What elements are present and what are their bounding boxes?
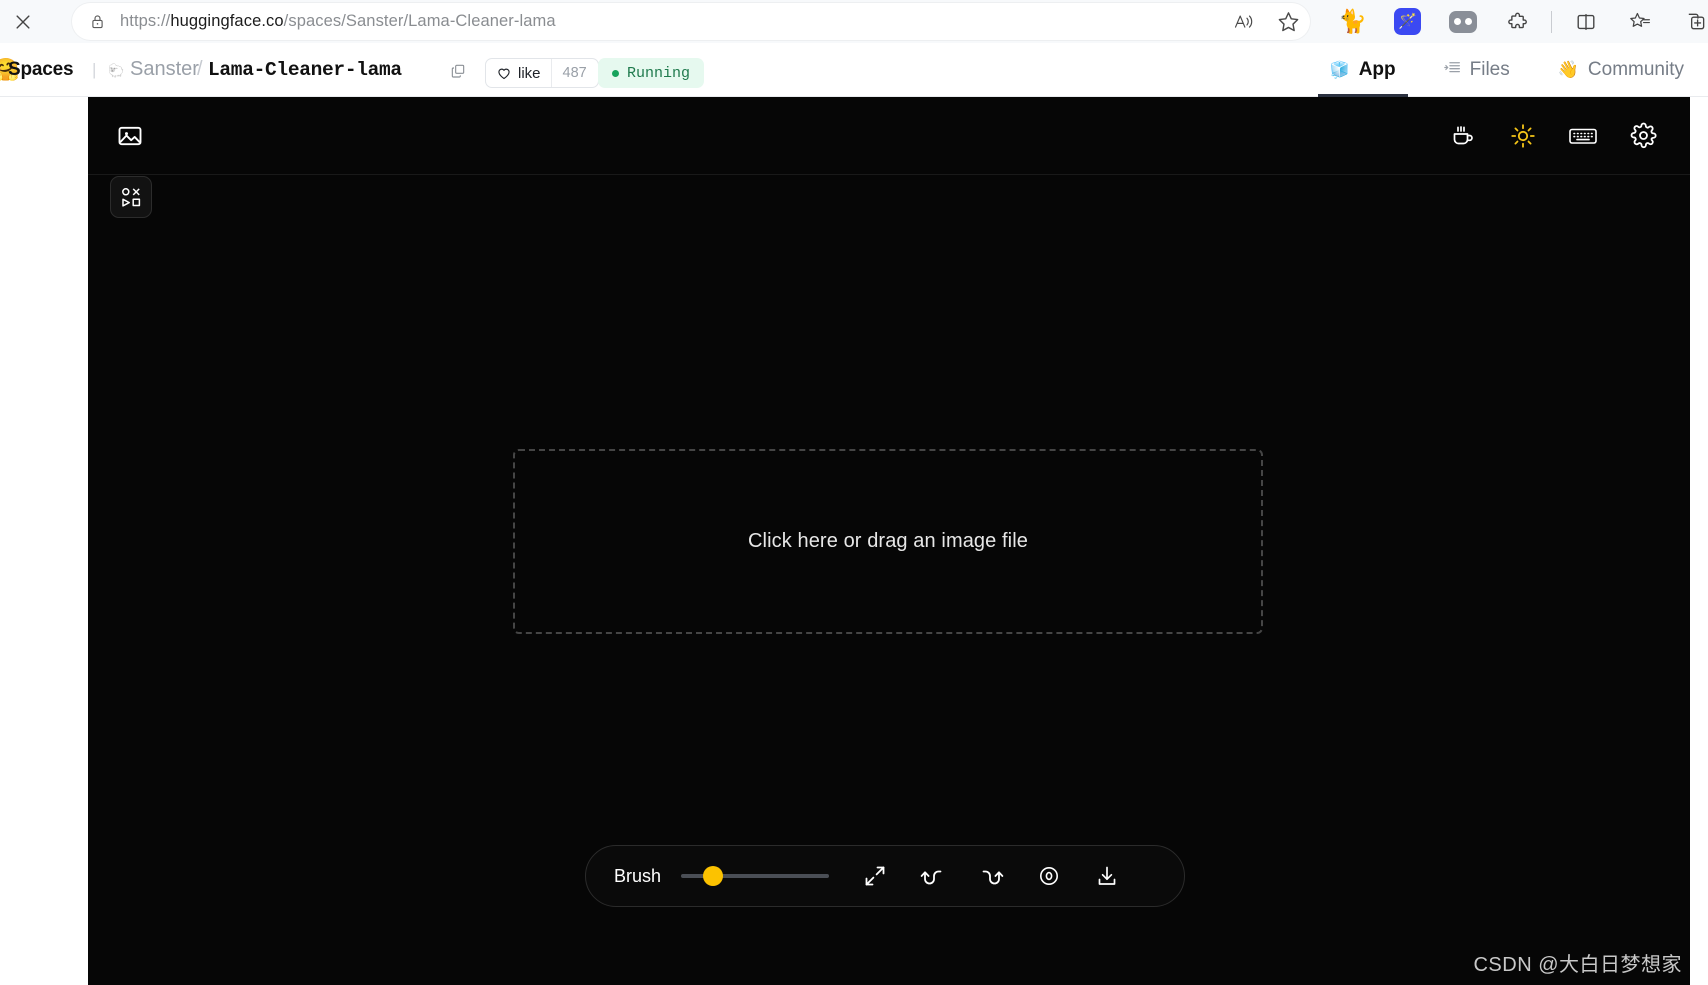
copy-icon[interactable]	[450, 63, 466, 84]
lama-cleaner-app: Click here or drag an image file Brush C…	[88, 97, 1690, 985]
brush-size-label: Brush	[614, 865, 662, 886]
dropzone-label: Click here or drag an image file	[748, 530, 1028, 552]
tab-app-label: App	[1358, 59, 1396, 80]
image-dropzone[interactable]: Click here or drag an image file	[513, 449, 1263, 634]
tab-community-label: Community	[1587, 59, 1684, 80]
keyboard-shortcuts-icon[interactable]	[1566, 119, 1600, 153]
redo-icon[interactable]	[975, 860, 1007, 892]
wave-hand-icon: 👋	[1557, 60, 1579, 79]
heart-icon	[498, 68, 510, 80]
owner-link[interactable]: Sanster	[130, 58, 199, 81]
breadcrumb-divider: |	[92, 59, 97, 79]
like-count: 487	[550, 59, 598, 87]
editor-bottom-toolbar: Brush	[585, 845, 1185, 907]
undo-icon[interactable]	[917, 860, 949, 892]
like-button-group[interactable]: like 487	[485, 58, 599, 88]
huggingface-header: 🤗 Spaces | 🐑 Sanster / Lama-Cleaner-lama…	[0, 43, 1708, 97]
owner-avatar: 🐑	[108, 63, 125, 78]
status-badge[interactable]: Running	[598, 58, 705, 88]
tab-files-label: Files	[1469, 59, 1510, 80]
like-button[interactable]: like	[486, 59, 551, 87]
tab-community[interactable]: 👋 Community	[1534, 43, 1708, 97]
split-pill-extension-icon[interactable]	[1435, 0, 1490, 43]
editor-action-icons	[859, 860, 1123, 892]
image-icon[interactable]	[116, 122, 144, 150]
slider-thumb[interactable]	[703, 866, 724, 886]
app-toolbar-right-icons	[1446, 119, 1660, 153]
toolbar-divider	[1551, 10, 1552, 33]
cat-extension-icon[interactable]: 🐈	[1325, 0, 1380, 43]
split-screen-icon[interactable]	[1558, 0, 1613, 43]
add-tab-group-icon[interactable]	[1668, 0, 1708, 43]
download-icon[interactable]	[1091, 860, 1123, 892]
status-dot-icon	[612, 69, 619, 77]
breadcrumb-slash: /	[197, 58, 203, 80]
close-tab-button[interactable]	[0, 0, 46, 43]
read-aloud-icon[interactable]	[1233, 12, 1255, 32]
magic-wand-extension-icon[interactable]: 🪄	[1380, 0, 1435, 43]
like-label: like	[518, 64, 541, 82]
browser-toolbar: https://huggingface.co/spaces/Sanster/La…	[0, 0, 1708, 43]
puzzle-extensions-icon[interactable]	[1490, 0, 1545, 43]
expand-fullscreen-icon[interactable]	[859, 860, 891, 892]
sun-theme-icon[interactable]	[1506, 119, 1540, 153]
url-text: https://huggingface.co/spaces/Sanster/La…	[120, 12, 556, 30]
browser-extension-icons: 🐈 🪄	[1325, 0, 1708, 43]
coffee-icon[interactable]	[1446, 119, 1480, 153]
csdn-watermark: CSDN @大白日梦想家	[1473, 954, 1682, 976]
shapes-shortcut-button[interactable]	[110, 176, 152, 218]
eye-toggle-original-icon[interactable]	[1033, 860, 1065, 892]
files-icon	[1443, 59, 1461, 81]
header-tabs: 🧊 App Files 👋 Community	[1306, 43, 1708, 97]
settings-gear-icon[interactable]	[1626, 119, 1660, 153]
app-toolbar	[88, 97, 1690, 175]
tab-app[interactable]: 🧊 App	[1306, 43, 1420, 97]
spaces-breadcrumb-link[interactable]: Spaces	[8, 59, 74, 81]
page-title[interactable]: Lama-Cleaner-lama	[208, 59, 402, 81]
brush-size-slider[interactable]	[681, 866, 830, 886]
cube-icon: 🧊	[1329, 62, 1350, 79]
collections-icon[interactable]	[1613, 0, 1668, 43]
address-bar[interactable]: https://huggingface.co/spaces/Sanster/La…	[72, 3, 1310, 40]
favorite-star-icon[interactable]	[1277, 10, 1300, 33]
status-label: Running	[627, 64, 691, 82]
site-lock-icon	[86, 13, 108, 30]
tab-files[interactable]: Files	[1420, 43, 1534, 97]
